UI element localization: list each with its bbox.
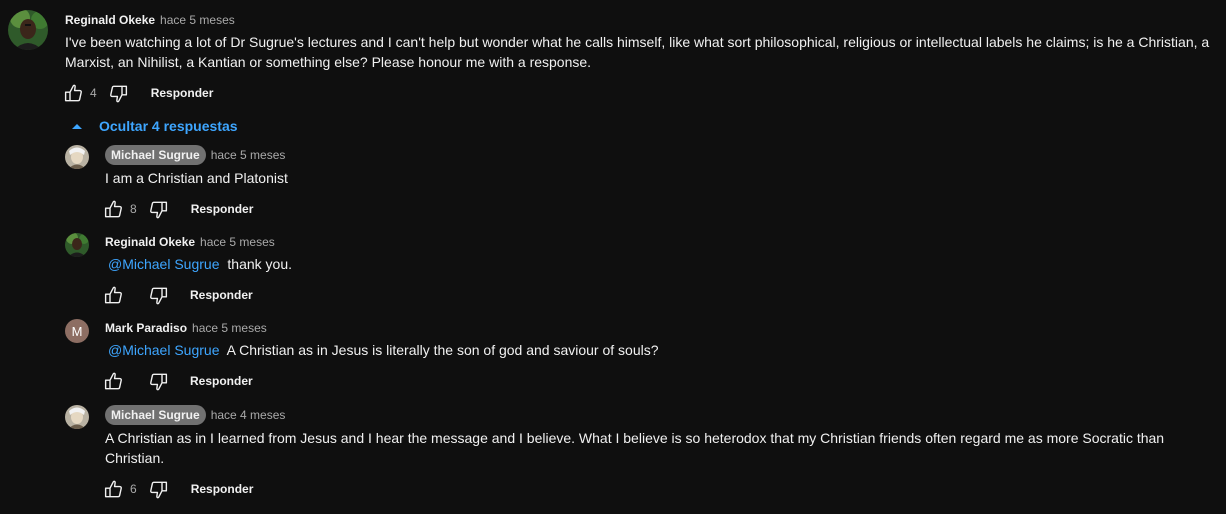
thumbs-down-icon[interactable]	[147, 477, 171, 501]
comment-author[interactable]: Reginald Okeke	[65, 13, 155, 27]
thumbs-down-icon[interactable]	[146, 283, 170, 307]
comment-body: I am a Christian and Platonist	[105, 170, 288, 186]
mention-link[interactable]: @Michael Sugrue	[108, 342, 220, 358]
reply-button[interactable]: Responder	[191, 482, 254, 496]
avatar[interactable]	[65, 145, 89, 169]
comment-author[interactable]: Reginald Okeke	[105, 235, 195, 249]
thumbs-up-icon[interactable]	[101, 369, 125, 393]
thumbs-up-icon[interactable]	[101, 283, 125, 307]
comment-actions: Responder	[101, 283, 253, 307]
reply-button[interactable]: Responder	[151, 86, 214, 100]
like-count: 8	[130, 202, 137, 216]
avatar[interactable]	[65, 405, 89, 429]
comment-timestamp[interactable]: hace 4 meses	[211, 408, 286, 422]
like-count: 4	[90, 86, 97, 100]
avatar[interactable]	[65, 233, 89, 257]
comment-actions: 8 Responder	[101, 197, 253, 221]
hide-replies-label: Ocultar 4 respuestas	[99, 118, 238, 134]
comment-body: thank you.	[227, 256, 292, 272]
reply-button[interactable]: Responder	[191, 202, 254, 216]
hide-replies-button[interactable]: Ocultar 4 respuestas	[68, 117, 238, 135]
thumbs-up-icon[interactable]	[101, 477, 125, 501]
thumbs-down-icon[interactable]	[146, 369, 170, 393]
comment-timestamp[interactable]: hace 5 meses	[211, 148, 286, 162]
thumbs-down-icon[interactable]	[147, 197, 171, 221]
comment-text: A Christian as in I learned from Jesus a…	[105, 428, 1185, 468]
channel-owner-badge[interactable]: Michael Sugrue	[105, 145, 206, 165]
avatar[interactable]: M	[65, 319, 89, 343]
comment-text: @Michael Sugrue thank you.	[105, 254, 1205, 274]
comment-actions: 4 Responder	[61, 81, 213, 105]
comment-text: @Michael Sugrue A Christian as in Jesus …	[105, 340, 1205, 360]
comment-timestamp[interactable]: hace 5 meses	[192, 321, 267, 335]
comment-actions: Responder	[101, 369, 253, 393]
comment-timestamp[interactable]: hace 5 meses	[200, 235, 275, 249]
comment-text: I am a Christian and Platonist	[105, 168, 1205, 188]
comment-actions: 6 Responder	[101, 477, 253, 501]
like-count: 6	[130, 482, 137, 496]
caret-up-icon	[72, 123, 82, 129]
mention-link[interactable]: @Michael Sugrue	[108, 256, 220, 272]
reply-button[interactable]: Responder	[190, 288, 253, 302]
reply-button[interactable]: Responder	[190, 374, 253, 388]
avatar[interactable]	[8, 10, 48, 50]
thumbs-up-icon[interactable]	[61, 81, 85, 105]
channel-owner-badge[interactable]: Michael Sugrue	[105, 405, 206, 425]
comment-timestamp[interactable]: hace 5 meses	[160, 13, 235, 27]
avatar-initial: M	[71, 323, 83, 339]
comment-text: I've been watching a lot of Dr Sugrue's …	[65, 34, 1210, 70]
thumbs-up-icon[interactable]	[101, 197, 125, 221]
comment-body: A Christian as in I learned from Jesus a…	[105, 430, 1165, 466]
comment-author[interactable]: Mark Paradiso	[105, 321, 187, 335]
comment-body: A Christian as in Jesus is literally the…	[226, 342, 659, 358]
thumbs-down-icon[interactable]	[107, 81, 131, 105]
